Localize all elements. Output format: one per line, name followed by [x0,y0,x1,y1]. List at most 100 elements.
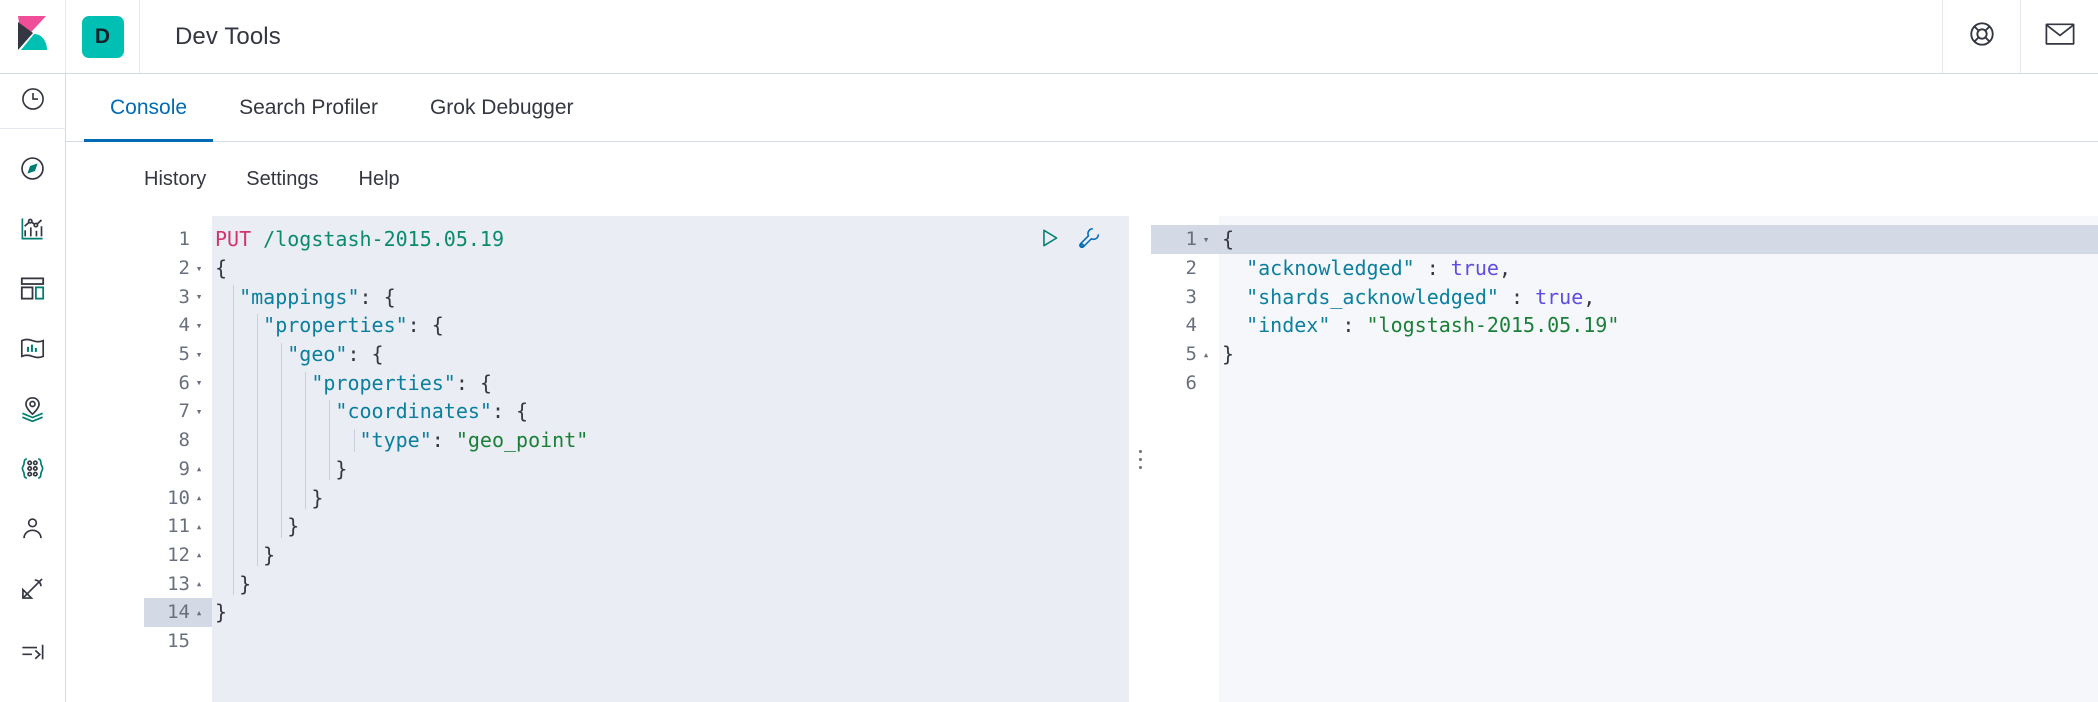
app-badge: D [66,0,140,73]
fold-open-icon[interactable]: ▾ [192,405,206,418]
tab-search-profiler[interactable]: Search Profiler [213,76,404,142]
kibana-logo-button[interactable] [0,0,66,73]
dashboard-icon [19,275,46,307]
fold-open-icon[interactable]: ▾ [192,376,206,389]
code-line[interactable]: "acknowledged" : true, [1219,254,2098,283]
gutter-line[interactable]: 15▾ [144,627,212,656]
console-menu-history[interactable]: History [144,168,206,191]
sidebar-item-recently-viewed[interactable] [0,74,66,128]
code-line[interactable]: } [212,483,1129,512]
token-punc: : { [455,370,492,395]
gutter-line[interactable]: 13 ▴ [144,569,212,598]
gutter-line[interactable]: 4▾ [144,311,212,340]
fold-close-icon[interactable]: ▴ [192,462,206,475]
line-number: 14 [167,601,190,624]
fold-open-icon[interactable]: ▾ [192,319,206,332]
gutter-line[interactable]: 5 ▾ [144,340,212,369]
gutter-line[interactable]: 6▾ [1151,368,1219,397]
fold-open-icon[interactable]: ▾ [192,262,206,275]
code-line[interactable]: } [212,511,1129,541]
sidebar-item-visualize[interactable] [0,201,66,261]
fold-open-icon[interactable]: ▾ [192,290,206,303]
code-line[interactable] [212,626,1129,656]
request-gutter[interactable]: 1▾2▾3▾4▾5▾6▾7▾8▾9▴10▴11▴12▴13▴14▴15▾ [144,216,212,702]
dev-tools-app: D Dev Tools Console Search Profiler Grok… [0,0,2098,702]
code-line[interactable]: "index" : "logstash-2015.05.19" [1219,311,2098,340]
gutter-line[interactable]: 3▾ [1151,282,1219,311]
sidebar-item-logs[interactable] [0,561,66,621]
gutter-line[interactable]: 4▾ [1151,311,1219,340]
line-number: 3 [178,285,190,308]
response-gutter[interactable]: 1▾2▾3▾4▾5▴6▾ [1151,216,1219,702]
editor-splitter[interactable] [1129,216,1151,702]
body: Console Search Profiler Grok Debugger Hi… [0,74,2098,702]
code-line[interactable] [1219,368,2098,397]
console-menu-settings[interactable]: Settings [246,168,318,191]
gutter-line[interactable]: 2▾ [144,254,212,283]
fold-close-icon[interactable]: ▴ [192,491,206,504]
gutter-line[interactable]: 7 ▾ [144,397,212,426]
gutter-line[interactable]: 12 ▴ [144,541,212,570]
tab-console[interactable]: Console [84,76,214,142]
code-line[interactable]: "properties": { [212,311,1129,340]
sidebar-item-canvas[interactable] [0,321,66,381]
gutter-line[interactable]: 1▾ [144,225,212,254]
token-bool: true [1535,284,1584,309]
tab-grok-debugger[interactable]: Grok Debugger [404,76,600,142]
gutter-line[interactable]: 10 ▴ [144,483,212,512]
fold-close-icon[interactable]: ▴ [192,606,206,619]
gutter-line[interactable]: 14 ▴ [144,597,212,627]
token-punc: } [335,456,348,481]
sidebar-item-dashboard[interactable] [0,261,66,321]
code-line[interactable]: } [212,597,1129,627]
code-line[interactable]: { [1219,225,2098,254]
code-line[interactable]: } [212,569,1129,598]
fold-open-icon[interactable]: ▾ [1199,233,1213,246]
gutter-line[interactable]: 3▾ [144,282,212,311]
fold-close-icon[interactable]: ▴ [192,548,206,561]
mail-button[interactable] [2020,0,2098,73]
gutter-line[interactable]: 8▾ [144,426,212,455]
code-line[interactable]: "shards_acknowledged" : true, [1219,282,2098,311]
code-line[interactable]: } [1219,340,2098,369]
gutter-line[interactable]: 1▾ [1151,225,1219,254]
request-editor[interactable]: 1▾2▾3▾4▾5▾6▾7▾8▾9▴10▴11▴12▴13▴14▴15▾ PUT… [144,216,1129,702]
console-menu-help[interactable]: Help [359,168,400,191]
token-punc: } [215,600,228,625]
code-line[interactable]: { [212,253,1129,283]
map-pin-icon [19,395,46,427]
code-line[interactable]: "mappings": { [212,282,1129,312]
token-punc: } [287,514,300,539]
code-line[interactable]: "type": "geo_point" [212,425,1129,455]
response-editor[interactable]: 1▾2▾3▾4▾5▴6▾ { "acknowledged" : true, "s… [1151,216,2098,702]
sidebar-item-maps[interactable] [0,381,66,441]
sidebar-item-discover[interactable] [0,141,66,201]
code-line[interactable]: "properties": { [212,368,1129,398]
code-line[interactable]: "geo": { [212,339,1129,369]
token-punc: } [263,542,276,567]
wrench-icon[interactable] [1077,226,1101,250]
sidebar-item-machine-learning[interactable] [0,441,66,501]
fold-close-icon[interactable]: ▴ [1199,348,1213,361]
help-button[interactable] [1942,0,2020,73]
fold-open-icon[interactable]: ▾ [192,348,206,361]
response-code[interactable]: { "acknowledged" : true, "shards_acknowl… [1219,216,2098,702]
gutter-line[interactable]: 5 ▴ [1151,340,1219,369]
token-bool: true [1450,256,1499,281]
code-line[interactable]: } [212,454,1129,484]
play-icon[interactable] [1039,227,1061,249]
gutter-line[interactable]: 6▾ [144,368,212,397]
fold-close-icon[interactable]: ▴ [192,577,206,590]
sidebar-item-infrastructure[interactable] [0,501,66,561]
gutter-line[interactable]: 2▾ [1151,254,1219,283]
gutter-line[interactable]: 9 ▴ [144,455,212,484]
gutter-line[interactable]: 11 ▴ [144,512,212,541]
code-line[interactable]: PUT /logstash-2015.05.19 [212,225,1129,254]
code-line[interactable]: } [212,540,1129,570]
request-code[interactable]: PUT /logstash-2015.05.19{ "mappings": { … [212,216,1129,702]
collapse-nav-button[interactable] [0,624,66,684]
fold-close-icon[interactable]: ▴ [192,520,206,533]
line-number: 3 [1185,285,1197,308]
code-line[interactable]: "coordinates": { [212,397,1129,426]
